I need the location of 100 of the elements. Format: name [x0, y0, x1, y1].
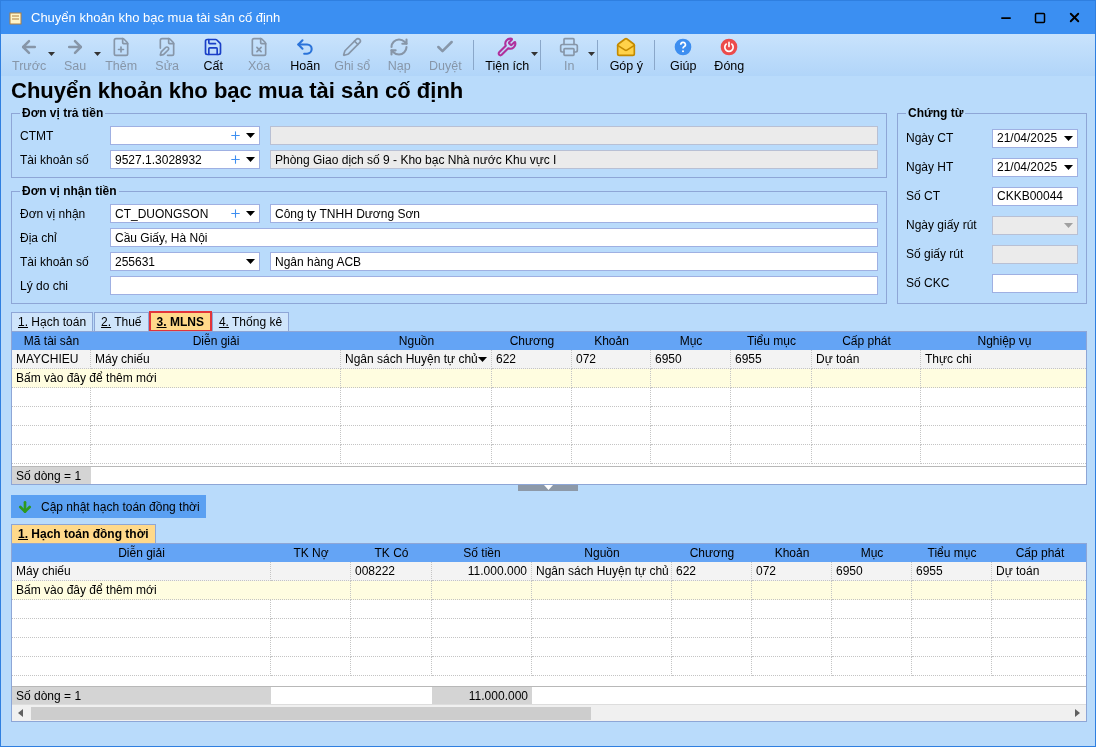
printer-icon: [559, 37, 580, 57]
table-cell: Dự toán: [812, 350, 921, 369]
date-field[interactable]: 21/04/2025: [992, 128, 1078, 148]
envelope-icon: [616, 37, 637, 57]
column-header[interactable]: Diễn giải: [91, 332, 341, 350]
column-header[interactable]: Tiểu mục: [912, 544, 992, 562]
pencil-icon: [342, 37, 363, 57]
toolbar-button[interactable]: Hoãn: [283, 35, 328, 75]
splitter-handle[interactable]: [518, 485, 578, 491]
field-label: Tài khoản số: [20, 152, 90, 167]
table-cell: Ngân sách Huyện tự chủ: [532, 562, 672, 581]
caret-icon: [246, 211, 255, 216]
document-plus-icon: [111, 37, 132, 57]
table-cell: Dự toán: [992, 562, 1086, 581]
combo-field[interactable]: 255631: [110, 252, 260, 271]
table-cell: Thực chi: [921, 350, 1086, 369]
table-cell: 11.000.000: [432, 562, 532, 581]
field-label: Ngày HT: [906, 160, 955, 174]
tab[interactable]: 4. Thống kê: [211, 312, 290, 331]
plus-icon[interactable]: [229, 129, 242, 142]
window-title: Chuyển khoản kho bạc mua tài sản cố định: [31, 10, 282, 25]
table-cell: 6950: [651, 350, 731, 369]
column-header[interactable]: Mã tài sản: [12, 332, 91, 350]
toolbar-button[interactable]: Tiện ích: [480, 35, 535, 75]
column-header[interactable]: Cấp phát: [992, 544, 1086, 562]
tab[interactable]: 2. Thuế: [94, 312, 149, 331]
table-cell: 622: [672, 562, 752, 581]
field-label: Ngày giấy rút: [906, 218, 978, 232]
column-header[interactable]: Cấp phát: [812, 332, 921, 350]
column-header[interactable]: Chương: [672, 544, 752, 562]
name-field[interactable]: Công ty TNHH Dương Sơn: [270, 204, 878, 223]
field-label: Đơn vị nhận: [20, 206, 87, 221]
column-header[interactable]: Tiểu mục: [731, 332, 812, 350]
scroll-left-icon[interactable]: [18, 709, 23, 717]
combo-field[interactable]: [110, 126, 260, 145]
scroll-right-icon[interactable]: [1075, 709, 1080, 717]
refresh-icon: [389, 37, 410, 57]
column-header[interactable]: Nghiệp vụ: [921, 332, 1086, 350]
undo-icon: [295, 37, 316, 57]
add-row-hint[interactable]: Bấm vào đây để thêm mới: [12, 581, 351, 600]
add-row-hint[interactable]: Bấm vào đây để thêm mới: [12, 369, 341, 388]
input-field[interactable]: [110, 276, 878, 295]
table-cell: 6950: [832, 562, 912, 581]
arrow-down-icon: [17, 498, 33, 515]
column-header[interactable]: Mục: [651, 332, 731, 350]
toolbar-button[interactable]: Góp ý: [604, 35, 649, 75]
combo-field[interactable]: CT_DUONGSON: [110, 204, 260, 223]
field-label: Ngày CT: [906, 131, 955, 145]
column-header[interactable]: Chương: [492, 332, 572, 350]
tab[interactable]: 3. MLNS: [149, 312, 211, 331]
table-cell: 622: [492, 350, 572, 369]
table-cell: Máy chiếu: [91, 350, 341, 369]
column-header[interactable]: Khoản: [752, 544, 832, 562]
column-header[interactable]: Nguồn: [341, 332, 492, 350]
column-header[interactable]: Số tiền: [432, 544, 532, 562]
table-cell: MAYCHIEU: [12, 350, 91, 369]
column-header[interactable]: Khoản: [572, 332, 651, 350]
caret-icon: [1064, 135, 1073, 141]
page-heading: Chuyển khoản kho bạc mua tài sản cố định: [10, 77, 465, 105]
caret-icon: [1064, 164, 1073, 170]
tab[interactable]: 1. Hạch toán: [11, 312, 94, 331]
app-icon: [9, 10, 23, 25]
tab[interactable]: 1. Hạch toán đồng thời: [11, 524, 156, 543]
column-header[interactable]: TK Có: [351, 544, 432, 562]
name-field[interactable]: Ngân hàng ACB: [270, 252, 878, 271]
combo-field[interactable]: 9527.1.3028932: [110, 150, 260, 169]
column-header[interactable]: TK Nợ: [271, 544, 351, 562]
field-label: Số CT: [906, 189, 941, 203]
column-header[interactable]: Mục: [832, 544, 912, 562]
update-button[interactable]: Cập nhật hạch toán đồng thời: [11, 495, 206, 518]
toolbar-button[interactable]: Đóng: [707, 35, 752, 75]
table-cell: 6955: [731, 350, 812, 369]
toolbar-button[interactable]: Giúp: [661, 35, 706, 75]
table-cell: Ngân sách Huyện tự chủ: [341, 350, 492, 369]
input-field[interactable]: CKKB00044: [992, 186, 1078, 206]
field-label: Lý do chi: [20, 278, 70, 293]
table-cell: Máy chiếu: [12, 562, 271, 581]
column-header[interactable]: Nguồn: [532, 544, 672, 562]
horizontal-scrollbar[interactable]: [12, 704, 1086, 721]
table-cell: 008222: [351, 562, 432, 581]
input-field[interactable]: Cầu Giấy, Hà Nội: [110, 228, 878, 247]
row-count: Số dòng = 1: [12, 686, 271, 704]
toolbar-button[interactable]: Cất: [191, 35, 236, 75]
field-label: CTMT: [20, 128, 55, 143]
total-amount: 11.000.000: [432, 686, 532, 704]
group-title: Đơn vị nhận tiền: [21, 184, 118, 198]
scrollbar-thumb[interactable]: [31, 706, 591, 720]
row-count: Số dòng = 1: [12, 466, 91, 484]
plus-icon[interactable]: [229, 207, 242, 220]
save-icon: [203, 37, 224, 57]
help-icon: [673, 37, 694, 57]
input-field[interactable]: [992, 273, 1078, 293]
field-label: Tài khoản số: [20, 254, 90, 269]
maximize-icon[interactable]: [1034, 11, 1046, 24]
caret-icon: [246, 133, 255, 138]
date-field[interactable]: 21/04/2025: [992, 157, 1078, 177]
document-pen-icon: [157, 37, 178, 57]
dropdown-caret-icon[interactable]: [531, 52, 539, 56]
plus-icon[interactable]: [229, 153, 242, 166]
column-header[interactable]: Diễn giải: [12, 544, 271, 562]
